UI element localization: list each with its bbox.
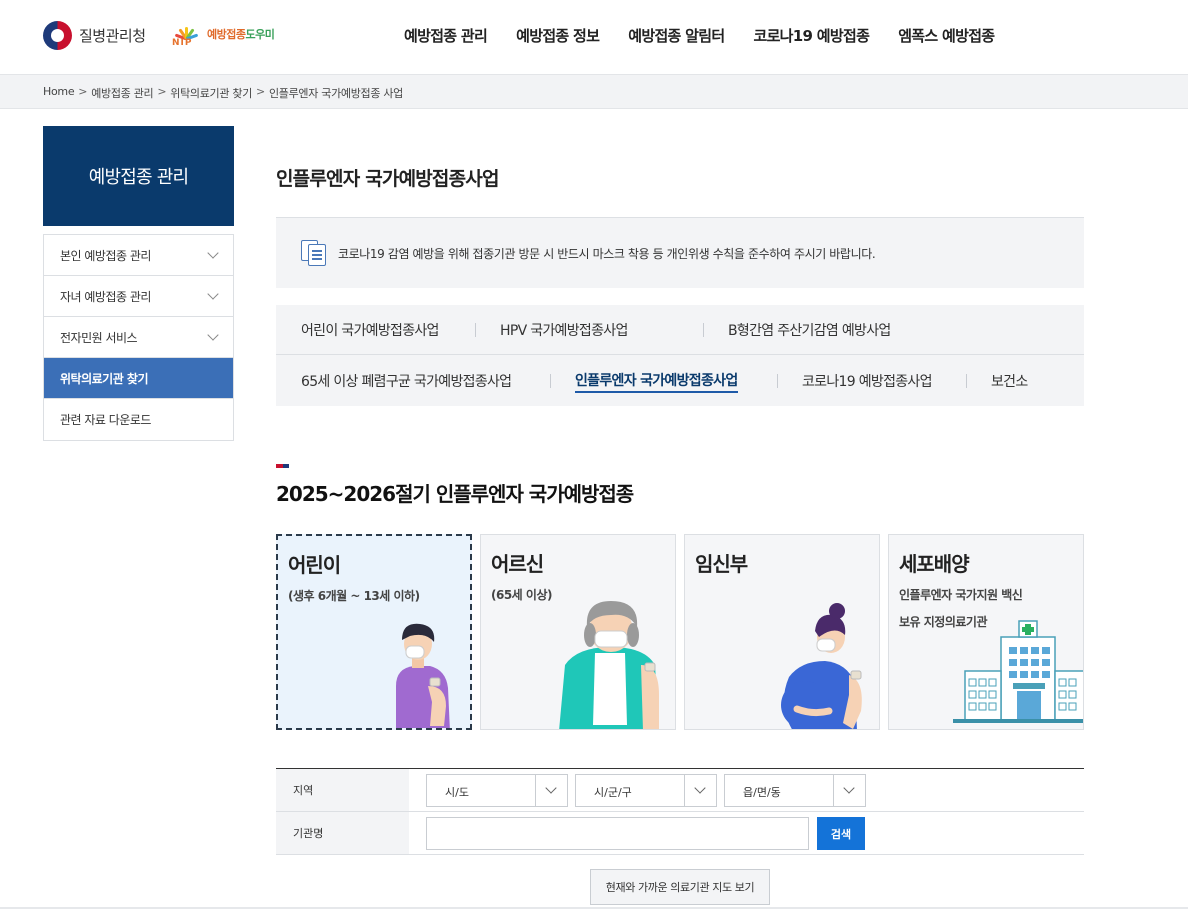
org-name-row: 기관명 검색 (276, 812, 1084, 855)
sidebar-item-my-vaccination[interactable]: 본인 예방접종 관리 (44, 235, 233, 276)
card-subtitle: (65세 이상) (491, 588, 552, 602)
chevron-down-icon (207, 247, 219, 259)
tab-influenza-program[interactable]: 인플루엔자 국가예방접종사업 (575, 370, 738, 393)
sigungu-select[interactable]: 시/군/구 (575, 774, 717, 807)
breadcrumb-item[interactable]: 예방접종 관리 (91, 85, 153, 101)
card-elderly[interactable]: 어르신 (65세 이상) (480, 534, 676, 730)
document-icon (300, 239, 328, 267)
sidebar-item-find-clinic[interactable]: 위탁의료기관 찾기 (44, 358, 233, 399)
breadcrumb-separator: > (157, 85, 167, 98)
kdca-logo[interactable]: 질병관리청 (43, 21, 146, 50)
org-name-input[interactable] (426, 817, 809, 850)
gnb-item-vaccination-notice[interactable]: 예방접종 알림터 (628, 25, 725, 46)
sidebar-menu: 본인 예방접종 관리 자녀 예방접종 관리 전자민원 서비스 위탁의료기관 찾기… (43, 234, 234, 441)
nip-letters: NIP (172, 38, 193, 48)
gnb-item-covid19[interactable]: 코로나19 예방접종 (753, 25, 869, 46)
nip-logo[interactable]: NIP 예방접종도우미 (171, 20, 275, 48)
tab-covid19-program[interactable]: 코로나19 예방접종사업 (802, 371, 932, 391)
gnb-item-vaccination-management[interactable]: 예방접종 관리 (404, 25, 488, 46)
tab-divider (777, 374, 778, 388)
breadcrumb-home[interactable]: Home (43, 85, 75, 101)
region-label: 지역 (276, 769, 409, 811)
gnb-item-mpox[interactable]: 엠폭스 예방접종 (898, 25, 995, 46)
card-title: 세포배양 (899, 552, 970, 576)
chevron-down-icon (535, 775, 567, 806)
sidebar-item-downloads[interactable]: 관련 자료 다운로드 (44, 399, 233, 440)
sidebar-item-label: 전자민원 서비스 (60, 330, 138, 345)
tab-child-program[interactable]: 어린이 국가예방접종사업 (301, 320, 439, 340)
tab-hpv-program[interactable]: HPV 국가예방접종사업 (500, 320, 628, 340)
clinic-search-form: 지역 시/도 시/군/구 읍/면/동 기관명 검색 (276, 768, 1084, 855)
eupmyeondong-select[interactable]: 읍/면/동 (724, 774, 866, 807)
region-row: 지역 시/도 시/군/구 읍/면/동 (276, 769, 1084, 812)
breadcrumb-current: 인플루엔자 국가예방접종 사업 (268, 87, 404, 100)
chevron-down-icon (207, 329, 219, 341)
sidebar-item-e-civil-service[interactable]: 전자민원 서비스 (44, 317, 233, 358)
agency-name: 질병관리청 (79, 27, 146, 45)
chevron-down-icon (684, 775, 716, 806)
sidebar-item-label: 본인 예방접종 관리 (60, 248, 151, 263)
sido-select[interactable]: 시/도 (426, 774, 568, 807)
tab-divider (966, 374, 967, 388)
breadcrumb: Home > 예방접종 관리 > 위탁의료기관 찾기 > 인플루엔자 국가예방접… (0, 74, 1188, 109)
card-subtitle: (생후 6개월 ~ 13세 이하) (288, 589, 420, 603)
card-subtitle: 인플루엔자 국가지원 백신 보유 지정의료기관 (899, 588, 1023, 629)
taegeuk-emblem-icon (43, 21, 72, 50)
section-mark (276, 464, 289, 468)
chevron-down-icon (207, 288, 219, 300)
gnb-item-vaccination-info[interactable]: 예방접종 정보 (516, 25, 600, 46)
breadcrumb-separator: > (78, 85, 88, 98)
chevron-down-icon (833, 775, 865, 806)
program-tabs: 어린이 국가예방접종사업 HPV 국가예방접종사업 B형간염 주산기감염 예방사… (276, 305, 1084, 406)
sidebar-item-label: 자녀 예방접종 관리 (60, 289, 151, 304)
site-header: 질병관리청 NIP 예방접종도우미 예방접종 관리 예방접종 정보 예방접종 알… (0, 0, 1188, 74)
tab-hepatitis-b-program[interactable]: B형간염 주산기감염 예방사업 (728, 320, 891, 340)
sidebar-item-child-vaccination[interactable]: 자녀 예방접종 관리 (44, 276, 233, 317)
card-children[interactable]: 어린이 (생후 6개월 ~ 13세 이하) (276, 534, 472, 730)
sidebar-item-label: 관련 자료 다운로드 (60, 413, 151, 427)
tab-divider (550, 374, 551, 388)
card-pregnant[interactable]: 임신부 (684, 534, 880, 730)
card-title: 임신부 (695, 552, 748, 576)
tab-health-center[interactable]: 보건소 (991, 371, 1028, 391)
sidebar-title: 예방접종 관리 (43, 126, 234, 226)
tab-divider (703, 322, 704, 337)
card-title: 어르신 (491, 552, 544, 576)
tab-pneumococcal-program[interactable]: 65세 이상 폐렴구균 국가예방접종사업 (301, 371, 512, 391)
page-title: 인플루엔자 국가예방접종사업 (276, 168, 499, 190)
nearby-clinic-map-button[interactable]: 현재와 가까운 의료기관 지도 보기 (590, 869, 770, 905)
notice-text: 코로나19 감염 예방을 위해 접종기관 방문 시 반드시 마스크 착용 등 개… (338, 246, 876, 261)
breadcrumb-item[interactable]: 위탁의료기관 찾기 (170, 85, 252, 101)
search-button[interactable]: 검색 (817, 817, 865, 850)
section-title: 2025~2026절기 인플루엔자 국가예방접종 (276, 482, 634, 506)
global-nav: 예방접종 관리 예방접종 정보 예방접종 알림터 코로나19 예방접종 엠폭스 … (404, 25, 1023, 46)
breadcrumb-separator: > (256, 85, 265, 98)
card-title: 어린이 (288, 553, 341, 577)
org-name-label: 기관명 (276, 812, 409, 854)
nip-logo-text: 예방접종도우미 (207, 28, 275, 41)
sidebar-item-label: 위탁의료기관 찾기 (60, 371, 149, 386)
sun-rays-icon: NIP (171, 20, 203, 48)
tab-divider (475, 322, 476, 337)
card-cell-culture[interactable]: 세포배양 인플루엔자 국가지원 백신 보유 지정의료기관 (888, 534, 1084, 730)
notice-box: 코로나19 감염 예방을 위해 접종기관 방문 시 반드시 마스크 착용 등 개… (276, 217, 1084, 288)
